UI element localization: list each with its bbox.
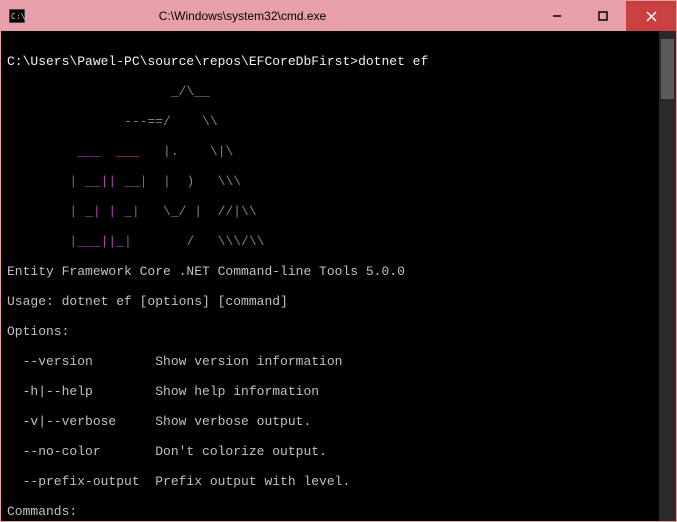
ascii-art-line: _/\__ xyxy=(7,84,670,99)
scrollbar[interactable] xyxy=(659,31,676,521)
ascii-art-line: | __|| __| | ) \\\ xyxy=(7,174,670,189)
ascii-art-line: ___ ___ |. \|\ xyxy=(7,144,670,159)
option-line: --version Show version information xyxy=(7,354,670,369)
commands-header: Commands: xyxy=(7,504,670,519)
window-frame: C:\ C:\Windows\system32\cmd.exe C:\Users… xyxy=(0,0,677,522)
options-header: Options: xyxy=(7,324,670,339)
ascii-art-line: ---==/ \\ xyxy=(7,114,670,129)
option-line: --prefix-output Prefix output with level… xyxy=(7,474,670,489)
maximize-button[interactable] xyxy=(580,1,626,31)
ascii-art-line: |___||_| / \\\/\\ xyxy=(7,234,670,249)
option-line: -h|--help Show help information xyxy=(7,384,670,399)
scrollbar-thumb[interactable] xyxy=(661,39,674,99)
minimize-button[interactable] xyxy=(534,1,580,31)
ascii-art-line: | _| | _| \_/ | //|\\ xyxy=(7,204,670,219)
usage-line: Usage: dotnet ef [options] [command] xyxy=(7,294,670,309)
window-controls xyxy=(534,1,676,31)
terminal-output[interactable]: C:\Users\Pawel-PC\source\repos\EFCoreDbF… xyxy=(1,31,676,521)
prompt-line: C:\Users\Pawel-PC\source\repos\EFCoreDbF… xyxy=(7,54,670,69)
close-button[interactable] xyxy=(626,1,676,31)
command-text: dotnet ef xyxy=(358,54,428,69)
window-title: C:\Windows\system32\cmd.exe xyxy=(0,9,534,23)
product-line: Entity Framework Core .NET Command-line … xyxy=(7,264,670,279)
option-line: -v|--verbose Show verbose output. xyxy=(7,414,670,429)
prompt-path: C:\Users\Pawel-PC\source\repos\EFCoreDbF… xyxy=(7,54,358,69)
titlebar[interactable]: C:\ C:\Windows\system32\cmd.exe xyxy=(1,1,676,31)
option-line: --no-color Don't colorize output. xyxy=(7,444,670,459)
